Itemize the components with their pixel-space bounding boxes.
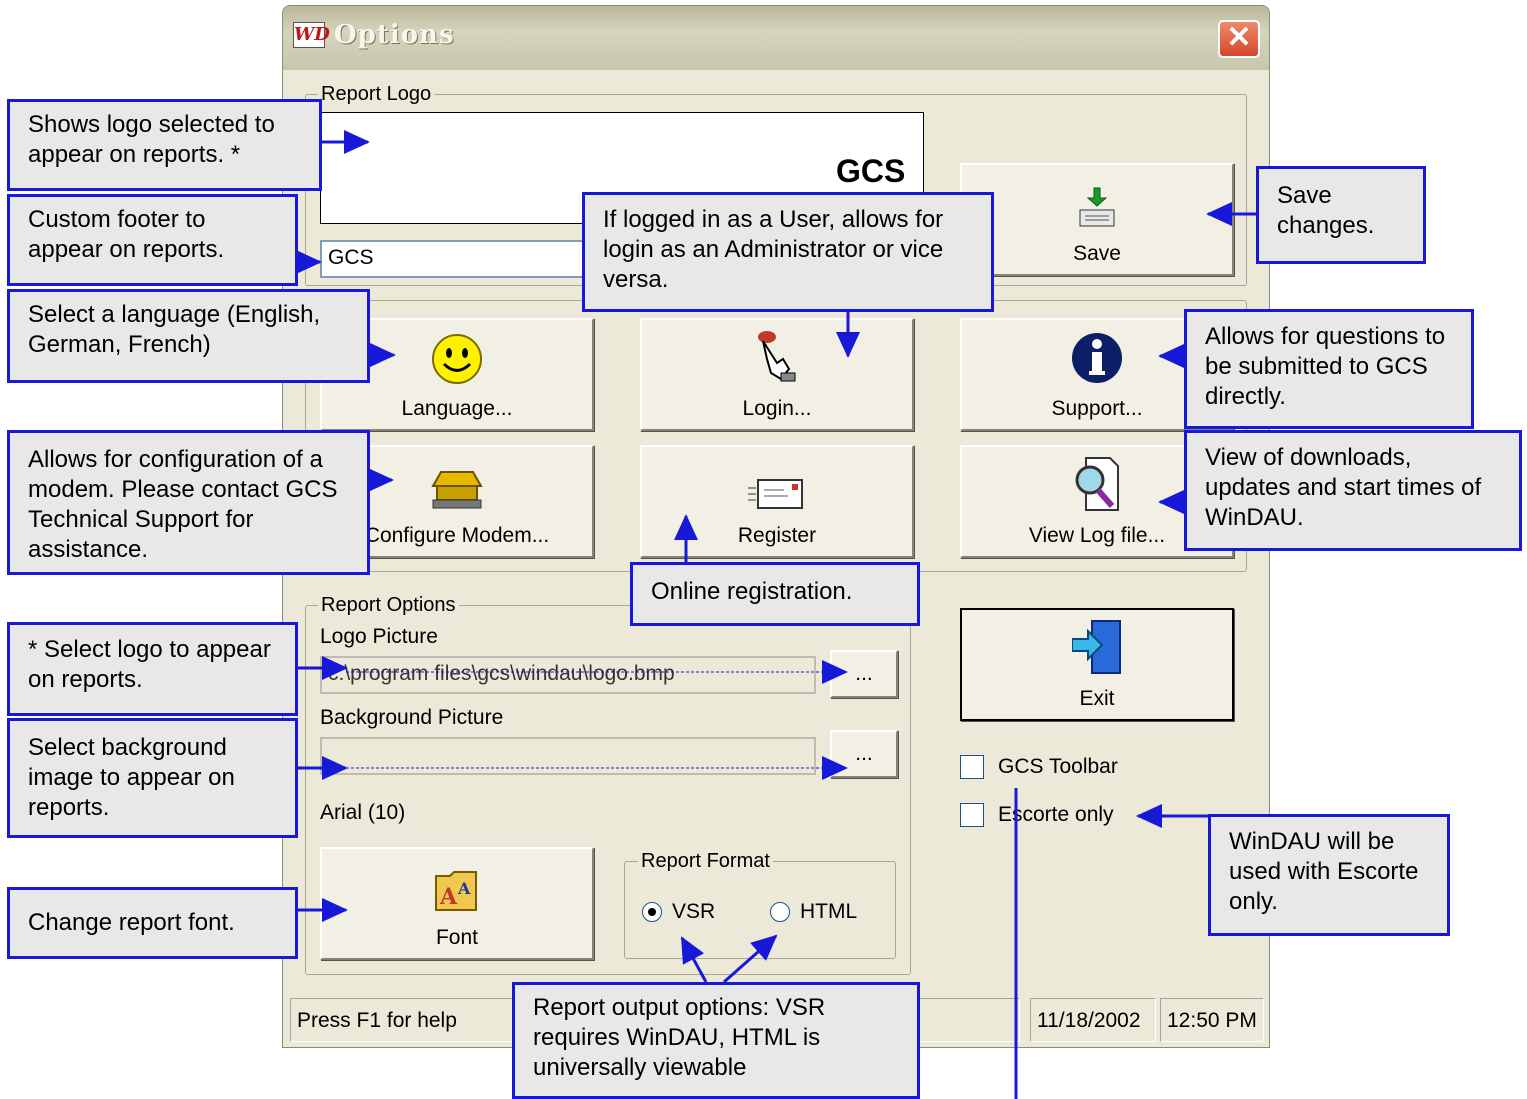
font-button-label: Font: [435, 926, 479, 949]
close-button[interactable]: ✕: [1218, 20, 1260, 58]
browse-background-button[interactable]: ...: [830, 730, 898, 778]
vsr-radio-label: VSR: [672, 900, 716, 923]
exit-button[interactable]: Exit: [960, 608, 1234, 721]
svg-text:A: A: [457, 879, 471, 898]
login-button[interactable]: Login...: [640, 318, 914, 431]
callout-register: Online registration.: [630, 562, 920, 626]
html-radio-label: HTML: [800, 900, 858, 923]
callout-support: Allows for questions to be submitted to …: [1184, 309, 1474, 429]
svg-text:A: A: [439, 884, 458, 910]
logo-preview-text: GCS: [836, 153, 906, 189]
vsr-radio[interactable]: [642, 902, 662, 922]
hand-pointer-icon: [758, 331, 796, 382]
save-button-label: Save: [1073, 242, 1121, 265]
status-date: 11/18/2002: [1030, 998, 1156, 1042]
callout-view-log: View of downloads, updates and start tim…: [1184, 430, 1522, 551]
font-icon: A A: [435, 871, 477, 911]
smiley-icon: [432, 334, 482, 384]
callout-select-logo: * Select logo to appear on reports.: [7, 622, 298, 716]
exit-door-icon: [1072, 620, 1121, 674]
magnifier-document-icon: [1075, 457, 1119, 511]
html-radio[interactable]: [770, 902, 790, 922]
callout-footer: Custom footer to appear on reports.: [7, 194, 298, 286]
callout-font: Change report font.: [7, 887, 298, 959]
support-button-label: Support...: [1051, 397, 1143, 420]
browse-logo-button-label: ...: [855, 662, 873, 685]
report-format-group-label: Report Format: [638, 850, 773, 873]
login-button-label: Login...: [742, 397, 812, 420]
info-icon: [1072, 333, 1122, 383]
configure-modem-button-label: Configure Modem...: [364, 524, 550, 547]
view-log-button-label: View Log file...: [1028, 524, 1166, 547]
vsr-radio-option[interactable]: VSR: [642, 900, 715, 924]
envelope-icon: [748, 479, 803, 509]
callout-background: Select background image to appear on rep…: [7, 718, 298, 838]
report-logo-group-label: Report Logo: [318, 83, 435, 106]
save-icon: [1079, 187, 1115, 227]
logo-picture-label: Logo Picture: [320, 625, 438, 648]
gcs-toolbar-checkbox-row[interactable]: GCS Toolbar: [960, 755, 1118, 779]
callout-save: Save changes.: [1256, 166, 1426, 264]
telephone-icon: [431, 471, 483, 509]
callout-modem: Allows for configuration of a modem. Ple…: [7, 430, 370, 575]
callout-logo: Shows logo selected to appear on reports…: [7, 99, 322, 191]
font-value: Arial (10): [320, 801, 406, 824]
background-picture-input[interactable]: [320, 737, 816, 775]
escorte-only-checkbox-row[interactable]: Escorte only: [960, 803, 1114, 827]
language-button-label: Language...: [401, 397, 513, 420]
html-radio-option[interactable]: HTML: [770, 900, 857, 924]
background-picture-label: Background Picture: [320, 706, 504, 729]
callout-escorte: WinDAU will be used with Escorte only.: [1208, 814, 1450, 936]
app-icon: WD: [293, 22, 330, 48]
register-button[interactable]: Register: [640, 445, 914, 558]
callout-login: If logged in as a User, allows for login…: [582, 192, 994, 312]
status-time: 12:50 PM: [1160, 998, 1264, 1042]
callout-output: Report output options: VSR requires WinD…: [512, 982, 920, 1099]
escorte-only-label: Escorte only: [998, 803, 1114, 826]
gcs-toolbar-label: GCS Toolbar: [998, 755, 1118, 778]
escorte-only-checkbox[interactable]: [960, 803, 984, 827]
report-options-group-label: Report Options: [318, 594, 459, 617]
logo-picture-input[interactable]: c:\program files\gcs\windau\logo.bmp: [320, 656, 816, 694]
footer-input[interactable]: GCS: [320, 240, 590, 278]
gcs-toolbar-checkbox[interactable]: [960, 755, 984, 779]
window-title: Options: [334, 20, 455, 50]
callout-language: Select a language (English, German, Fren…: [7, 289, 370, 383]
register-button-label: Register: [737, 524, 817, 547]
save-button[interactable]: Save: [960, 163, 1234, 276]
browse-logo-button[interactable]: ...: [830, 650, 898, 698]
font-button[interactable]: A A Font: [320, 847, 594, 960]
exit-button-label: Exit: [1079, 687, 1115, 710]
browse-background-button-label: ...: [855, 742, 873, 765]
